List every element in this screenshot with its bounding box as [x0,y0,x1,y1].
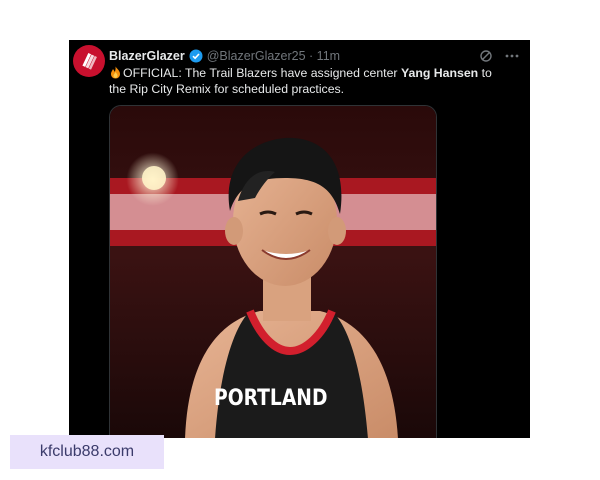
pinwheel-logo-icon [82,52,97,70]
avatar[interactable] [73,45,105,77]
tweet-text: OFFICIAL: The Trail Blazers have assigne… [109,65,509,97]
handle-and-time[interactable]: @BlazerGlazer25 · 11m [207,49,340,63]
more-options-icon[interactable] [504,48,520,64]
header-actions [478,48,520,64]
tweet-text-start: OFFICIAL: The Trail Blazers have assigne… [123,66,401,80]
display-name[interactable]: BlazerGlazer [109,49,185,63]
tweet-card[interactable]: BlazerGlazer @BlazerGlazer25 · 11m OFFIC… [69,40,530,438]
tweet-media-photo[interactable]: PORTLAND [109,105,437,438]
jersey-text: PORTLAND [214,386,328,411]
grok-icon[interactable] [478,48,494,64]
verified-badge-icon [189,49,203,63]
tweet-header: BlazerGlazer @BlazerGlazer25 · 11m [109,47,520,65]
tweet-text-bold: Yang Hansen [400,66,479,80]
watermark-label: kfclub88.com [10,435,164,469]
fire-emoji-icon [109,66,122,79]
